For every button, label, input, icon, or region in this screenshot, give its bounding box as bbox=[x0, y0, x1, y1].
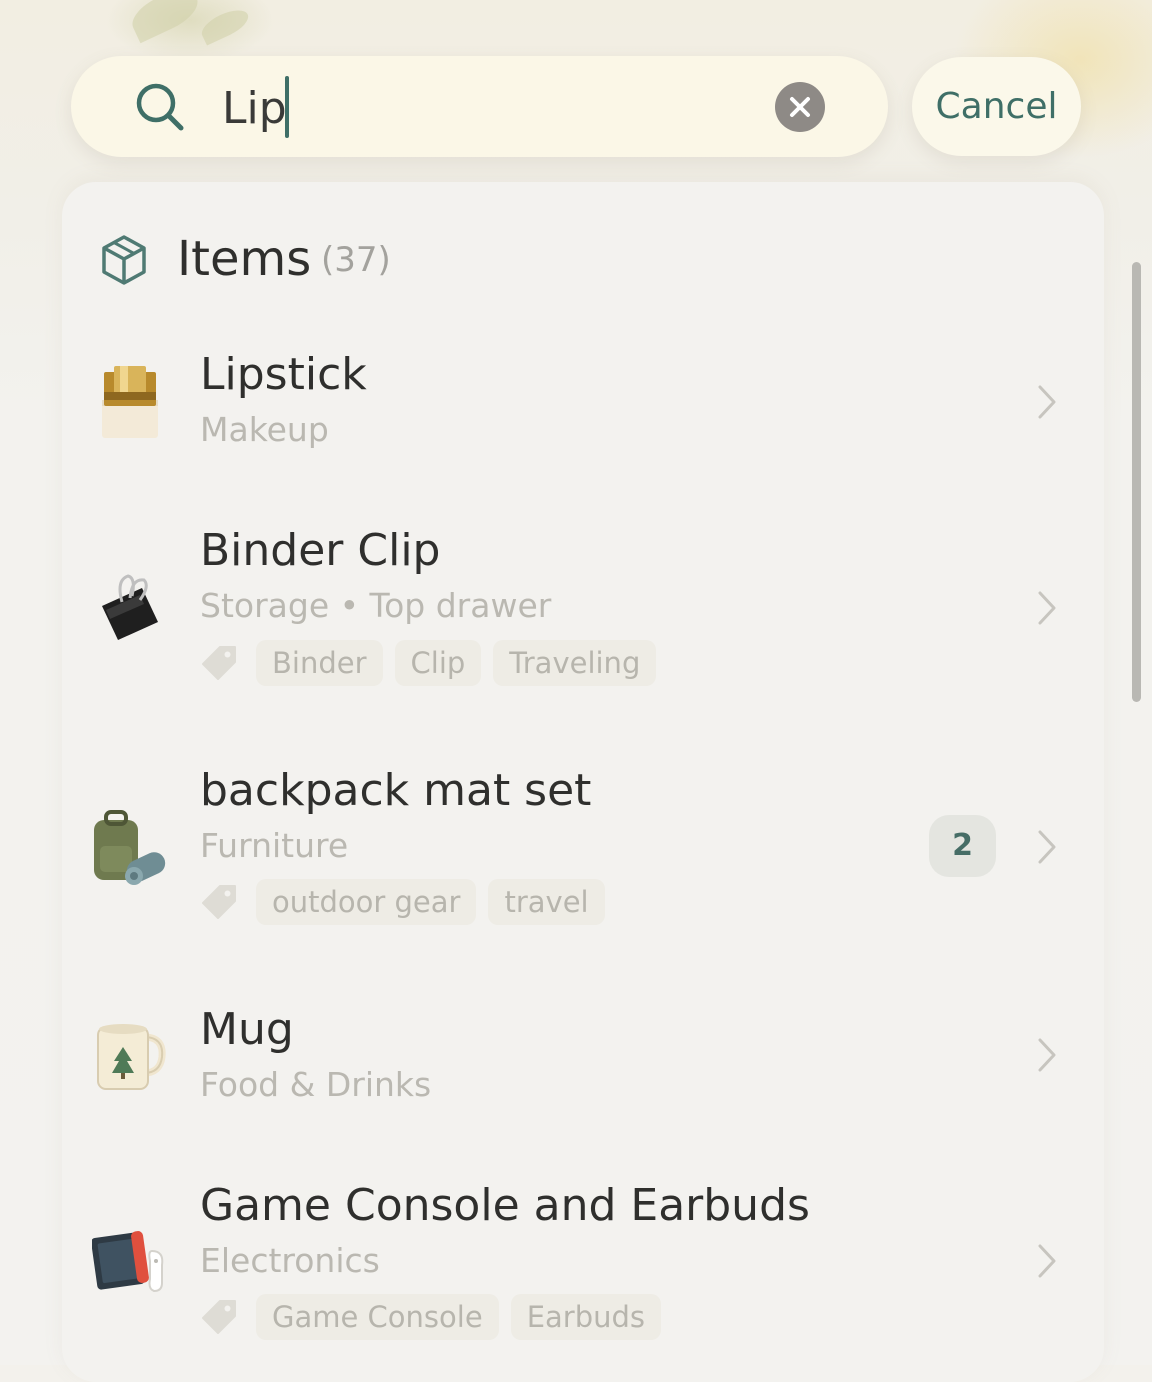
item-location: Furniture bbox=[200, 826, 349, 865]
game-console-icon bbox=[92, 1231, 164, 1293]
item-location: Storage • Top drawer bbox=[200, 586, 552, 625]
tag-chip[interactable]: Binder bbox=[256, 640, 383, 686]
item-location: Makeup bbox=[200, 410, 329, 449]
tag-icon bbox=[202, 1300, 236, 1334]
item-title: backpack mat set bbox=[200, 765, 592, 816]
list-item[interactable]: Lipstick Makeup bbox=[62, 340, 1104, 470]
list-item[interactable]: Mug Food & Drinks bbox=[62, 995, 1104, 1125]
quantity-badge: 2 bbox=[929, 815, 996, 877]
list-item[interactable]: Game Console and Earbuds Electronics Gam… bbox=[62, 1175, 1104, 1355]
tag-chip[interactable]: outdoor gear bbox=[256, 879, 477, 925]
item-title: Lipstick bbox=[200, 349, 367, 400]
clear-search-button[interactable] bbox=[775, 82, 825, 132]
list-item[interactable]: backpack mat set Furniture outdoor gear … bbox=[62, 760, 1104, 940]
tag-list: Game Console Earbuds bbox=[200, 1293, 662, 1341]
close-icon bbox=[790, 97, 810, 117]
item-location: Food & Drinks bbox=[200, 1065, 432, 1104]
tag-list: Binder Clip Traveling bbox=[200, 639, 657, 687]
list-item[interactable]: Binder Clip Storage • Top drawer Binder … bbox=[62, 520, 1104, 700]
tag-chip[interactable]: travel bbox=[488, 879, 605, 925]
item-location: Electronics bbox=[200, 1241, 380, 1280]
search-icon bbox=[136, 83, 184, 131]
chevron-right-icon bbox=[1038, 830, 1056, 864]
section-count: (37) bbox=[321, 240, 391, 280]
item-title: Game Console and Earbuds bbox=[200, 1180, 810, 1231]
tag-chip[interactable]: Clip bbox=[394, 640, 482, 686]
mug-icon bbox=[97, 1024, 166, 1090]
text-caret bbox=[285, 76, 289, 138]
binder-clip-icon bbox=[102, 574, 158, 640]
chevron-right-icon bbox=[1038, 385, 1056, 419]
section-title: Items bbox=[177, 231, 312, 287]
item-title: Mug bbox=[200, 1004, 294, 1055]
tag-chip[interactable]: Earbuds bbox=[510, 1294, 662, 1340]
tag-list: outdoor gear travel bbox=[200, 878, 605, 926]
backpack-icon bbox=[94, 810, 166, 885]
box-icon bbox=[102, 235, 146, 285]
chevron-right-icon bbox=[1038, 1244, 1056, 1278]
tag-chip[interactable]: Game Console bbox=[256, 1294, 499, 1340]
chevron-right-icon bbox=[1038, 1038, 1056, 1072]
scrollbar[interactable] bbox=[1132, 262, 1141, 702]
item-title: Binder Clip bbox=[200, 525, 441, 576]
lipstick-icon bbox=[102, 366, 158, 438]
tag-icon bbox=[202, 885, 236, 919]
search-input[interactable] bbox=[222, 78, 742, 138]
chevron-right-icon bbox=[1038, 591, 1056, 625]
tag-chip[interactable]: Traveling bbox=[493, 640, 657, 686]
cancel-button[interactable]: Cancel bbox=[912, 57, 1081, 156]
tag-icon bbox=[202, 646, 236, 680]
